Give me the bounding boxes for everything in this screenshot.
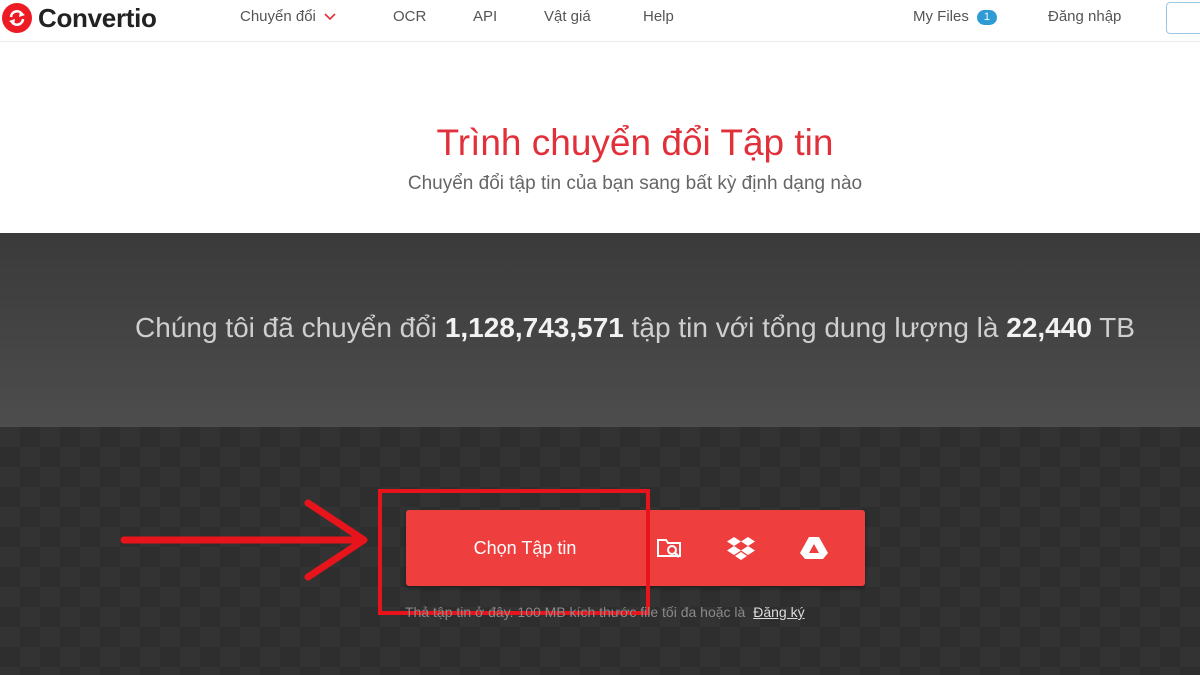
my-files-link[interactable]: My Files 1 [913,8,997,26]
stats-total-size: 22,440 [1006,312,1092,343]
nav-convert-label: Chuyển đổi [240,8,316,25]
chevron-down-icon [324,13,336,21]
upload-hint-text: Thả tập tin ở đây. 100 MB kích thước fil… [405,604,746,620]
nav-api[interactable]: API [473,8,497,26]
page-subtitle: Chuyển đổi tập tin của bạn sang bất kỳ đ… [407,173,863,194]
arrow-annotation-icon [120,499,368,581]
nav-convert[interactable]: Chuyển đổi [240,8,336,26]
nav-pricing[interactable]: Vật giá [544,8,591,26]
stats-files-count: 1,128,743,571 [444,312,624,343]
folder-search-icon [657,539,681,558]
dropbox-button[interactable] [721,528,761,568]
stats-middle: tập tin với tổng dung lượng là [631,312,999,343]
nav-help[interactable]: Help [643,8,674,26]
logo-text: Convertio [38,2,157,33]
stats-prefix: Chúng tôi đã chuyển đổi [135,312,438,343]
conversion-stats: Chúng tôi đã chuyển đổi 1,128,743,571 tậ… [0,312,1200,344]
signup-link[interactable]: Đăng ký [753,604,804,620]
login-link[interactable]: Đăng nhập [1048,8,1121,26]
refresh-logo-icon [2,3,32,33]
nav-ocr[interactable]: OCR [393,8,426,26]
logo[interactable]: Convertio [2,3,157,33]
files-count-badge: 1 [976,9,997,25]
dropbox-icon [727,537,755,560]
top-navbar: Convertio Chuyển đổi OCR API Vật giá Hel… [0,0,1200,42]
highlight-annotation-box [378,489,650,615]
upload-hint: Thả tập tin ở đây. 100 MB kích thước fil… [405,604,805,620]
stats-unit: TB [1099,312,1135,343]
page-title: Trình chuyển đổi Tập tin [436,122,834,163]
folder-search-button[interactable] [650,528,690,568]
signup-button[interactable] [1166,2,1200,34]
google-drive-button[interactable] [794,528,834,568]
google-drive-icon [800,537,828,559]
my-files-label: My Files [913,8,969,25]
